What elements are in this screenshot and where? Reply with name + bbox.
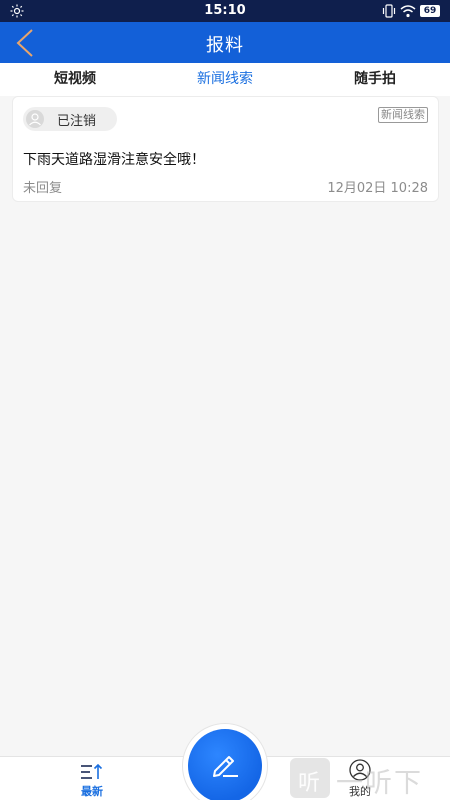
wifi-icon (400, 5, 416, 18)
page-title: 报料 (206, 35, 244, 56)
tab-news-clues[interactable]: 新闻线索 (150, 63, 300, 96)
tab-bar: 短视频 新闻线索 随手拍 (0, 63, 450, 96)
post-date: 12月02日 10:28 (327, 181, 428, 196)
watermark-logo: 听 (290, 758, 330, 798)
battery-indicator: 69 (420, 5, 440, 17)
vibrate-icon (382, 4, 396, 18)
app-header: 报料 (0, 22, 450, 63)
user-pill[interactable]: 已注销 (23, 107, 117, 131)
tab-short-video[interactable]: 短视频 (0, 63, 150, 96)
post-card[interactable]: 已注销 新闻线索 下雨天道路湿滑注意安全哦！ 未回复 12月02日 10:28 (12, 96, 439, 202)
tab-snapshot[interactable]: 随手拍 (300, 63, 450, 96)
watermark-text: 一听下载 (336, 768, 423, 799)
user-icon (29, 113, 41, 126)
pencil-icon (213, 756, 238, 777)
user-name: 已注销 (57, 114, 97, 129)
category-tag: 新闻线索 (378, 107, 428, 123)
nav-latest-label: 最新 (81, 785, 103, 798)
status-bar: 15:10 69 (0, 0, 450, 22)
avatar (26, 110, 44, 128)
post-content: 下雨天道路湿滑注意安全哦！ (23, 152, 205, 168)
compose-button[interactable] (188, 729, 262, 800)
watermark: 听 一听下载 (290, 756, 450, 800)
nav-latest[interactable]: 最新 (70, 761, 114, 799)
latest-icon (81, 763, 103, 779)
reply-status: 未回复 (23, 181, 63, 196)
